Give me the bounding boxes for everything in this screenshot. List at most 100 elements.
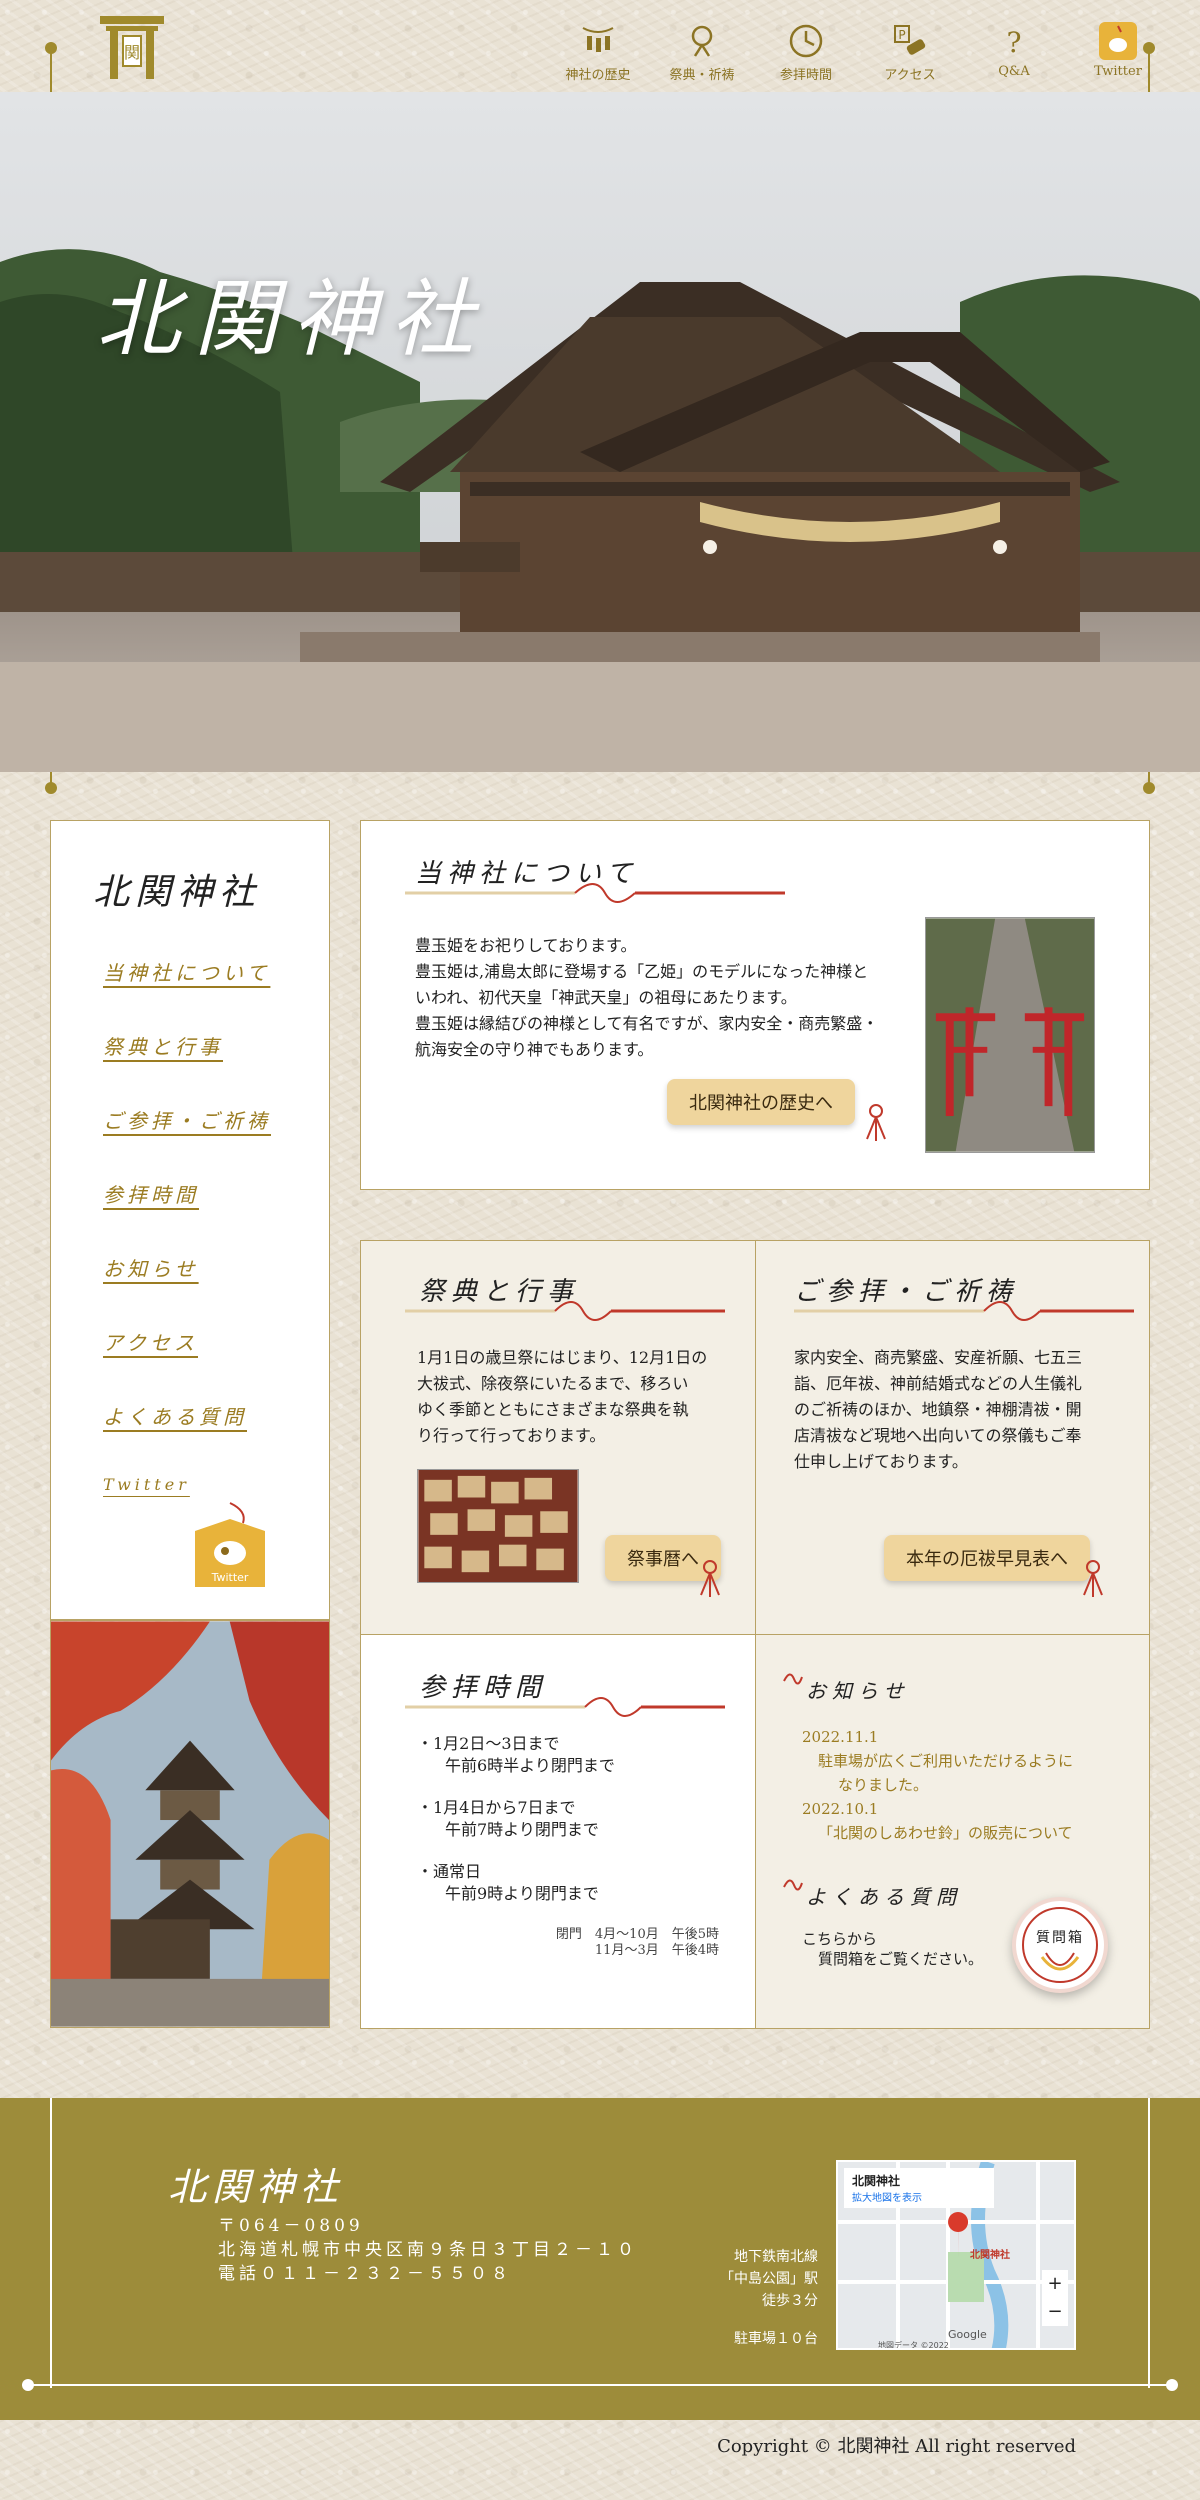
- news-list: 2022.11.1 駐車場が広くご利用いただけるように なりました。 2022.…: [802, 1725, 1073, 1845]
- google-map[interactable]: 北関神社 拡大地図を表示 北関神社 + − Google 地図データ ©2022: [836, 2160, 1076, 2350]
- hours-card: 参拝時間 ・1月2日～3日まで 午前6時半より閉門まで ・1月4日から7日まで …: [360, 1634, 756, 2029]
- nav-qa[interactable]: ? Q&A: [962, 22, 1066, 83]
- question-icon: ?: [1006, 26, 1021, 59]
- google-logo: Google: [948, 2328, 987, 2341]
- nav-festivals[interactable]: 祭典・祈祷: [650, 22, 754, 83]
- about-line: いわれ、初代天皇「神武天皇」の祖母にあたります。: [415, 988, 797, 1007]
- history-button[interactable]: 北関神社の歴史へ: [667, 1079, 855, 1125]
- closing-line: 11月～3月 午後4時: [594, 1943, 719, 1958]
- hours-head: ・1月2日～3日まで: [417, 1734, 560, 1753]
- news-link-cont: なりました。: [838, 1776, 929, 1794]
- yakubarai-chart-button[interactable]: 本年の厄祓早見表へ: [884, 1535, 1090, 1581]
- twitter-ema-badge[interactable]: Twitter: [187, 1501, 273, 1589]
- site-footer: 北関神社 〒064－0809 北海道札幌市中央区南９条日３丁目２－１０ 電話０１…: [0, 2098, 1200, 2420]
- news-link[interactable]: 「北関のしあわせ鈴」の販売について: [802, 1821, 1073, 1845]
- question-box-label: 質問箱: [1036, 1930, 1084, 1946]
- copyright: Copyright © 北関神社 All right reserved: [717, 2436, 1076, 2457]
- map-enlarge-link[interactable]: 拡大地図を表示: [852, 2189, 986, 2204]
- festivals-text: 1月1日の歳旦祭にはじまり、12月1日の 大祓式、除夜祭にいたるまで、移ろい ゆ…: [417, 1345, 737, 1449]
- news-date: 2022.10.1: [802, 1800, 879, 1818]
- sidebar-link-hours[interactable]: 参拝時間: [103, 1179, 199, 1208]
- festivals-line: り行って行っております。: [417, 1426, 606, 1445]
- shrine-photo: [0, 92, 1200, 772]
- mizuhiki-divider: [405, 883, 785, 903]
- about-card: 当神社について 豊玉姫をお祀りしております。 豊玉姫は,浦島太郎に登場する「乙姫…: [360, 820, 1150, 1190]
- closing-line: 閉門 4月～10月 午後5時: [555, 1927, 719, 1942]
- logo-char: 関: [124, 43, 140, 62]
- map-zoom-controls: + −: [1042, 2270, 1068, 2326]
- ema-boards-photo: [417, 1469, 579, 1583]
- hero-title: 北関神社: [96, 270, 489, 368]
- twitter-badge-label: Twitter: [211, 1571, 249, 1584]
- footer-brand: 北関神社: [168, 2165, 345, 2209]
- sidebar-link-about[interactable]: 当神社について: [103, 957, 270, 986]
- news-link[interactable]: 駐車場が広くご利用いただけるように: [802, 1749, 1073, 1773]
- access-line: 徒歩３分: [762, 2293, 818, 2309]
- prayers-line: 仕申し上げております。: [794, 1452, 968, 1471]
- footer-phone: 電話０１１－２３２－５５０８: [218, 2264, 512, 2284]
- footer-address: 北海道札幌市中央区南９条日３丁目２－１０: [218, 2240, 638, 2260]
- closing-times: 閉門 4月～10月 午後5時 11月～3月 午後4時: [556, 1927, 719, 1959]
- festivals-line: 大祓式、除夜祭にいたるまで、移ろい: [417, 1374, 689, 1393]
- about-line: 豊玉姫は,浦島太郎に登場する「乙姫」のモデルになった神様と: [415, 962, 869, 981]
- nav-hours[interactable]: 参拝時間: [754, 22, 858, 83]
- access-line: 地下鉄南北線: [734, 2249, 818, 2265]
- about-line: 豊玉姫は縁結びの神様として有名ですが、家内安全・商売繁盛・: [415, 1014, 879, 1033]
- footer-frame-right: [1148, 2098, 1150, 2388]
- news-title: お知らせ: [806, 1679, 910, 1703]
- hours-sub: 午前7時より閉門まで: [445, 1820, 599, 1839]
- footer-postal: 〒064－0809: [218, 2216, 364, 2236]
- torii-stairs-photo: [925, 917, 1095, 1153]
- sidebar-link-twitter[interactable]: Twitter: [103, 1475, 190, 1494]
- footer-address-block: 〒064－0809 北海道札幌市中央区南９条日３丁目２－１０ 電話０１１－２３２…: [218, 2214, 638, 2286]
- frame-dot: [1143, 42, 1155, 54]
- frame-dot: [22, 2379, 34, 2391]
- nav-history[interactable]: 神社の歴史: [546, 22, 650, 83]
- hero-banner: 北関神社: [0, 92, 1200, 772]
- faq-text: こちらから 質問箱をご覧ください。: [802, 1929, 983, 1969]
- nav-label: Twitter: [1094, 64, 1142, 79]
- red-tassel-icon: [1083, 1560, 1103, 1597]
- faq-title: よくある質問: [806, 1885, 962, 1909]
- nav-access[interactable]: P アクセス: [858, 22, 962, 83]
- sidebar-link-news[interactable]: お知らせ: [103, 1253, 199, 1282]
- red-knot-icon: [783, 1879, 803, 1891]
- frame-dot: [45, 782, 57, 794]
- hours-sub: 午前6時半より閉門まで: [445, 1756, 615, 1775]
- zoom-in-button[interactable]: +: [1042, 2270, 1068, 2298]
- map-place-title: 北関神社: [852, 2174, 901, 2188]
- hours-sub: 午前9時より閉門まで: [445, 1884, 599, 1903]
- site-header: 関 神社の歴史 祭典・祈祷 参拝時間 P アクセス ? Q&A Twitter: [0, 0, 1200, 92]
- sidebar-link-prayers[interactable]: ご参拝・ご祈祷: [103, 1105, 271, 1134]
- zoom-out-button[interactable]: −: [1042, 2298, 1068, 2326]
- sidebar-link-faq[interactable]: よくある質問: [103, 1401, 247, 1430]
- car-parking-icon: P: [894, 25, 926, 55]
- mizuhiki-divider: [405, 1697, 725, 1717]
- map-credit: 地図データ ©2022: [878, 2341, 949, 2350]
- nav-label: アクセス: [884, 68, 936, 83]
- main-nav: 神社の歴史 祭典・祈祷 参拝時間 P アクセス ? Q&A Twitter: [546, 22, 1170, 83]
- about-line: 航海安全の守り神でもあります。: [415, 1040, 654, 1059]
- nav-label: 祭典・祈祷: [669, 68, 735, 83]
- red-tassel-icon: [866, 1104, 886, 1141]
- festivals-card: 祭典と行事 1月1日の歳旦祭にはじまり、12月1日の 大祓式、除夜祭にいたるまで…: [360, 1240, 756, 1635]
- twitter-bird-icon: [1099, 22, 1137, 60]
- parking-line: 駐車場１０台: [734, 2331, 818, 2347]
- festivals-line: ゆく季節とともにさまざまな祭典を執: [417, 1400, 689, 1419]
- sidebar-card: 北関神社 当神社について 祭典と行事 ご参拝・ご祈祷 参拝時間 お知らせ アクセ…: [50, 820, 330, 1620]
- prayers-line: 店清祓など現地へ出向いての祭儀もご奉: [794, 1426, 1082, 1445]
- sidebar-link-festivals[interactable]: 祭典と行事: [103, 1031, 223, 1060]
- nav-label: 参拝時間: [779, 68, 832, 83]
- question-box-button[interactable]: 質問箱: [1012, 1897, 1108, 1993]
- torii-logo-icon[interactable]: 関: [96, 10, 168, 82]
- bell-icon: [691, 25, 713, 57]
- frame-dot: [1143, 782, 1155, 794]
- sidebar-link-access[interactable]: アクセス: [103, 1327, 198, 1356]
- svg-text:P: P: [898, 28, 905, 42]
- nav-label: Q&A: [998, 64, 1030, 79]
- prayers-line: のご祈祷のほか、地鎮祭・神棚清祓・開: [794, 1400, 1082, 1419]
- nav-twitter[interactable]: Twitter: [1066, 22, 1170, 83]
- prayers-text: 家内安全、商売繁盛、安産祈願、七五三 詣、厄年祓、神前結婚式などの人生儀礼 のご…: [794, 1345, 1134, 1475]
- map-pin-label: 北関神社: [970, 2250, 1010, 2261]
- hours-head: ・1月4日から7日まで: [417, 1798, 576, 1817]
